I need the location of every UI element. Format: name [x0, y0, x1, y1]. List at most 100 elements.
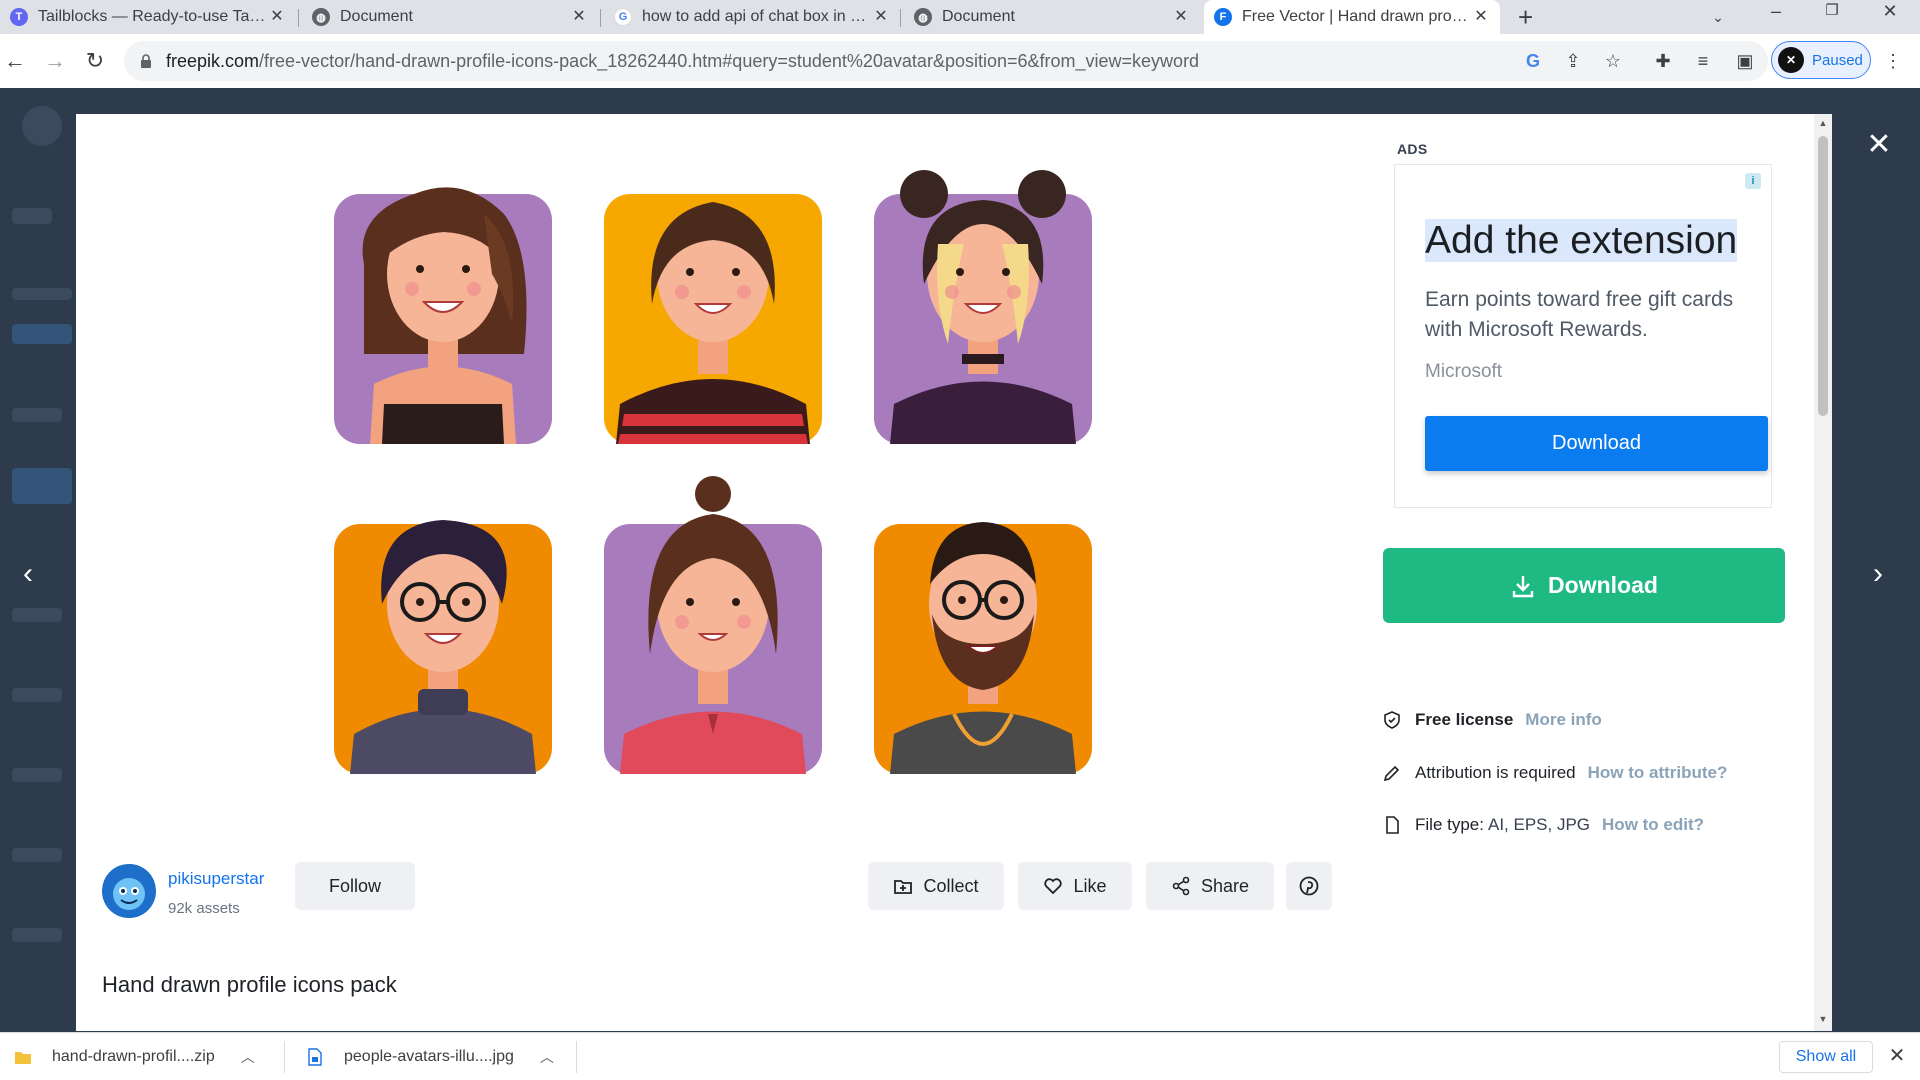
- download-icon: [1512, 575, 1534, 597]
- profile-avatar: ✕: [1778, 47, 1804, 73]
- profile-button[interactable]: ✕ Paused: [1771, 41, 1871, 79]
- lock-icon: [141, 54, 151, 68]
- download-item-zip[interactable]: hand-drawn-profil....zip ︿: [14, 1033, 255, 1080]
- share-icon: [1172, 876, 1190, 896]
- minimize-button[interactable]: –: [1752, 0, 1800, 34]
- tab-close-icon[interactable]: ✕: [268, 8, 286, 26]
- like-button[interactable]: Like: [1018, 862, 1132, 910]
- download-item-jpg[interactable]: people-avatars-illu....jpg ︿: [306, 1033, 554, 1080]
- author-name-link[interactable]: pikisuperstar: [168, 869, 264, 889]
- extensions-icon[interactable]: ✚: [1650, 48, 1676, 74]
- tailblocks-favicon-icon: T: [10, 8, 28, 26]
- file-type-row: File type: AI, EPS, JPG How to edit?: [1383, 812, 1704, 838]
- resource-detail-modal: pikisuperstar 92k assets Follow Collect …: [76, 114, 1832, 1031]
- collect-button[interactable]: Collect: [868, 862, 1004, 910]
- tab-tailblocks[interactable]: T Tailblocks — Ready-to-use Tailwi ✕: [0, 0, 296, 34]
- share-button[interactable]: Share: [1146, 862, 1274, 910]
- back-icon[interactable]: ←: [2, 48, 28, 74]
- tab-strip: T Tailblocks — Ready-to-use Tailwi ✕ ◍ D…: [0, 0, 1920, 34]
- avatar-man-striped: [604, 194, 822, 444]
- ads-label: ADS: [1397, 141, 1428, 157]
- download-label: Download: [1548, 572, 1658, 598]
- tab-close-icon[interactable]: ✕: [1472, 8, 1490, 26]
- pinterest-icon: [1299, 876, 1319, 896]
- ad-headline-text: Add the extension: [1425, 219, 1738, 262]
- how-to-attribute-link[interactable]: How to attribute?: [1588, 763, 1728, 783]
- reload-icon[interactable]: ↻: [82, 48, 108, 74]
- download-button[interactable]: Download: [1383, 548, 1785, 623]
- tab-google-search[interactable]: G how to add api of chat box in css ✕: [604, 0, 900, 34]
- new-tab-button[interactable]: +: [1518, 0, 1538, 34]
- chevron-up-icon[interactable]: ︿: [540, 1047, 554, 1067]
- share-label: Share: [1200, 875, 1250, 896]
- url-host: freepik.com: [166, 51, 260, 71]
- image-file-icon: [308, 1048, 322, 1066]
- freepik-favicon-icon: F: [1214, 8, 1232, 26]
- avatar-woman-blonde: [874, 170, 1092, 444]
- restore-button[interactable]: ❐: [1808, 0, 1856, 34]
- url-path: /free-vector/hand-drawn-profile-icons-pa…: [259, 51, 1200, 71]
- forward-icon[interactable]: →: [42, 48, 68, 74]
- tab-title: Tailblocks — Ready-to-use Tailwi: [38, 8, 268, 25]
- close-window-button[interactable]: ✕: [1866, 0, 1914, 34]
- ad-banner[interactable]: i Add the extension Earn points toward f…: [1394, 164, 1772, 508]
- like-label: Like: [1073, 875, 1107, 896]
- how-to-edit-link[interactable]: How to edit?: [1602, 815, 1704, 835]
- avatar-woman-curly: [334, 187, 552, 444]
- download-shelf: hand-drawn-profil....zip ︿ people-avatar…: [0, 1032, 1920, 1080]
- ad-headline: Add the extension: [1425, 219, 1738, 263]
- close-shelf-icon[interactable]: ✕: [1886, 1045, 1908, 1067]
- tab-close-icon[interactable]: ✕: [872, 8, 890, 26]
- globe-icon: ◍: [312, 8, 330, 26]
- scrollbar-thumb[interactable]: [1818, 136, 1828, 416]
- author-assets-count: 92k assets: [168, 900, 240, 917]
- tab-close-icon[interactable]: ✕: [570, 8, 588, 26]
- ad-download-button[interactable]: Download: [1425, 416, 1768, 471]
- free-license-row: Free license More info: [1383, 707, 1602, 733]
- author-avatar[interactable]: [102, 864, 156, 918]
- next-arrow-icon[interactable]: ›: [1866, 554, 1890, 594]
- google-lens-icon[interactable]: G: [1520, 48, 1546, 74]
- tab-close-icon[interactable]: ✕: [1172, 8, 1190, 26]
- file-type-label: File type:: [1415, 815, 1484, 834]
- more-info-link[interactable]: More info: [1525, 710, 1602, 730]
- pinterest-button[interactable]: [1286, 862, 1332, 910]
- modal-scrollbar[interactable]: ▲ ▼: [1814, 114, 1832, 1031]
- share-page-icon[interactable]: ⇪: [1560, 48, 1586, 74]
- avatar-man-glasses: [334, 520, 552, 774]
- free-license-label: Free license: [1415, 710, 1514, 729]
- ad-description: Earn points toward free gift cards with …: [1425, 288, 1734, 341]
- scroll-down-icon[interactable]: ▼: [1817, 1014, 1829, 1024]
- globe-icon: ◍: [914, 8, 932, 26]
- bookmark-star-icon[interactable]: ☆: [1600, 48, 1626, 74]
- attribution-label: Attribution is required: [1415, 763, 1576, 782]
- close-modal-icon[interactable]: ✕: [1864, 130, 1894, 160]
- tab-title: Document: [942, 8, 1015, 25]
- heart-icon: [1044, 878, 1063, 895]
- ad-brand: Microsoft: [1425, 361, 1503, 382]
- previous-arrow-icon[interactable]: ‹: [16, 554, 40, 594]
- tab-title: Document: [340, 8, 413, 25]
- menu-kebab-icon[interactable]: ⋮: [1880, 48, 1906, 74]
- tab-title: Free Vector | Hand drawn profile: [1242, 8, 1472, 25]
- collect-folder-icon: [894, 880, 913, 894]
- scroll-up-icon[interactable]: ▲: [1817, 118, 1829, 128]
- google-icon: G: [614, 8, 632, 26]
- follow-button[interactable]: Follow: [295, 862, 415, 910]
- tab-freepik[interactable]: F Free Vector | Hand drawn profile ✕: [1204, 0, 1500, 34]
- tab-document-1[interactable]: ◍ Document ✕: [302, 0, 598, 34]
- collect-label: Collect: [923, 875, 979, 896]
- side-panel-icon[interactable]: ▣: [1732, 48, 1758, 74]
- profile-status: Paused: [1812, 51, 1863, 69]
- attribution-row: Attribution is required How to attribute…: [1383, 760, 1727, 786]
- tab-document-2[interactable]: ◍ Document ✕: [904, 0, 1200, 34]
- author-mascot-icon: [102, 864, 156, 918]
- download-filename: hand-drawn-profil....zip: [52, 1048, 215, 1065]
- avatar-pack-preview-image: [316, 154, 1196, 834]
- avatar-woman-ponytail: [604, 476, 822, 774]
- media-control-icon[interactable]: ≡: [1690, 48, 1716, 74]
- show-all-downloads-button[interactable]: Show all: [1779, 1041, 1873, 1073]
- chevron-up-icon[interactable]: ︿: [241, 1047, 255, 1067]
- shield-check-icon: [1384, 711, 1400, 729]
- ad-info-icon[interactable]: i: [1745, 173, 1761, 189]
